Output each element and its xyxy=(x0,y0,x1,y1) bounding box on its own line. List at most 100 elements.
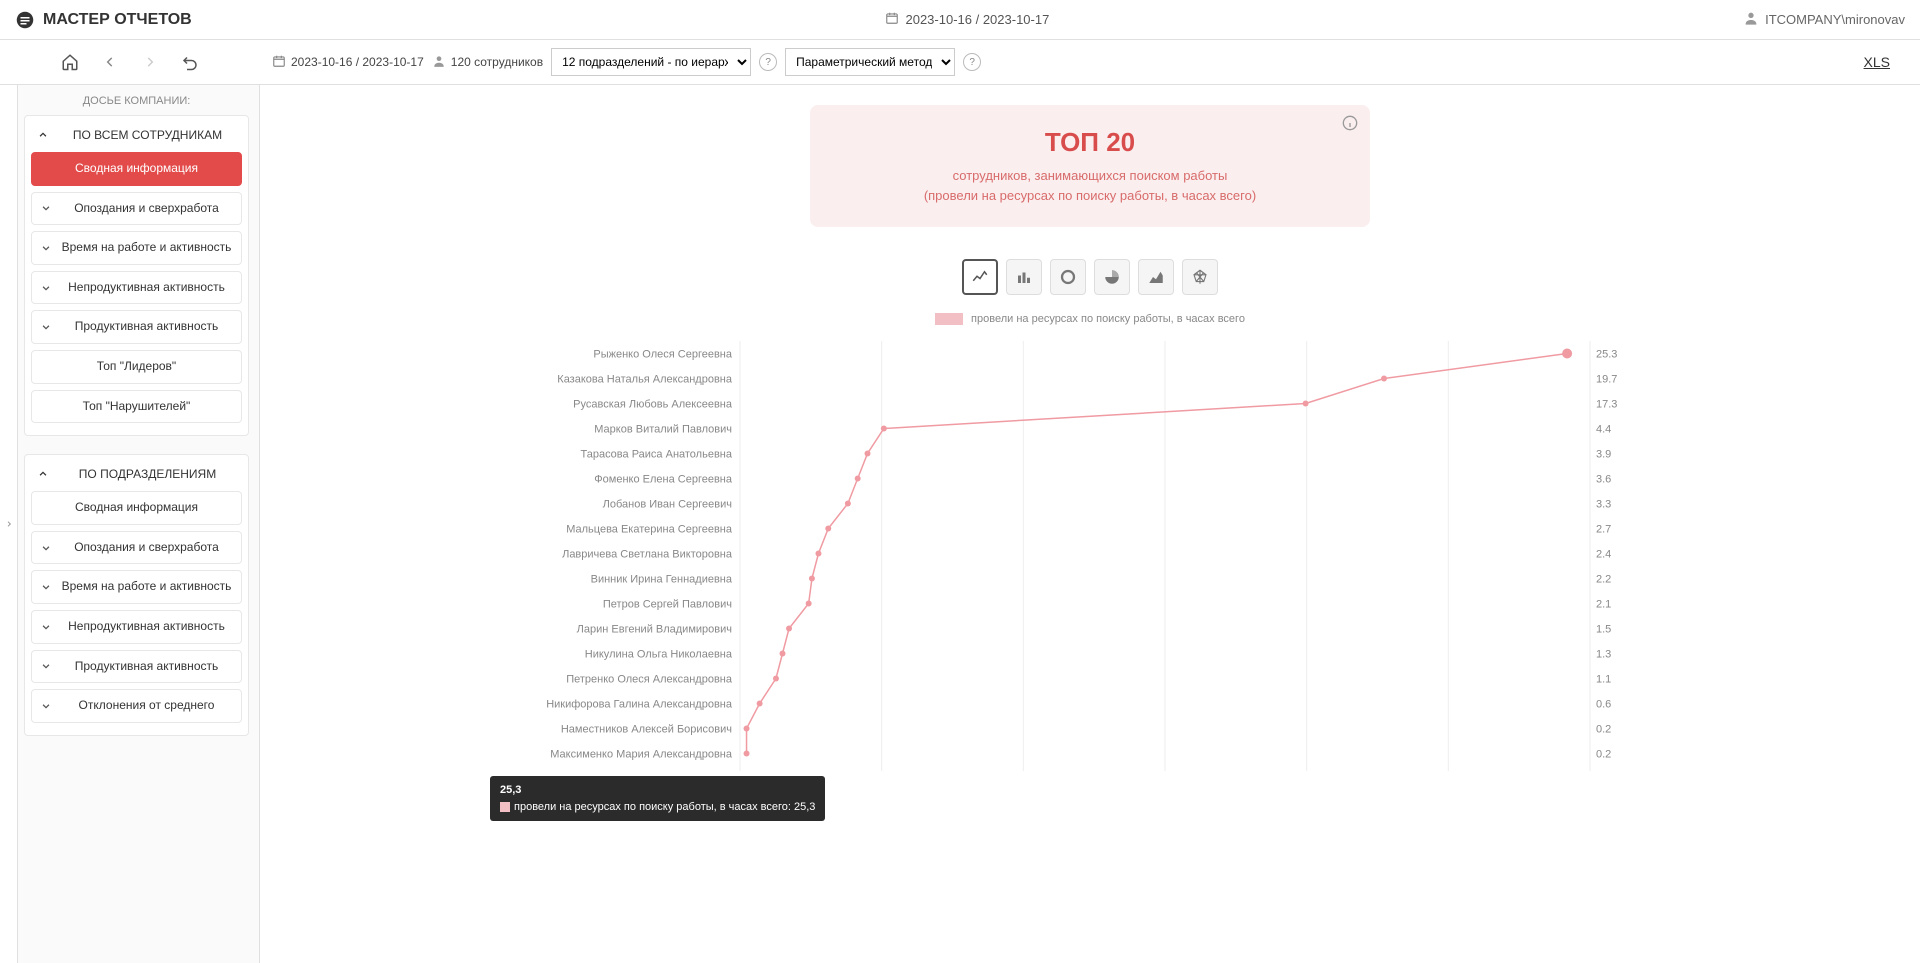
chart-point[interactable] xyxy=(1381,376,1387,382)
chart-y-label: Никулина Ольга Николаевна xyxy=(585,649,733,661)
chart-y-label: Петренко Олеся Александровна xyxy=(566,674,733,686)
user-icon xyxy=(432,54,446,71)
chevron-down-icon xyxy=(40,543,52,553)
chart-value-label: 3.9 xyxy=(1596,449,1611,461)
back-button[interactable] xyxy=(99,51,121,73)
sidebar-item[interactable]: Время на работе и активность xyxy=(31,570,242,604)
sidebar[interactable]: ДОСЬЕ КОМПАНИИ: ПО ВСЕМ СОТРУДНИКАМ Свод… xyxy=(18,85,260,963)
sidebar-item[interactable]: Непродуктивная активность xyxy=(31,271,242,305)
chevron-down-icon xyxy=(40,622,52,632)
chart-point[interactable] xyxy=(881,426,887,432)
sidebar-item[interactable]: Сводная информация xyxy=(31,491,242,525)
chart-point[interactable] xyxy=(825,526,831,532)
chart-point[interactable] xyxy=(1562,349,1572,359)
chart-value-label: 2.2 xyxy=(1596,574,1611,586)
header-date-range: 2023-10-16 / 2023-10-17 xyxy=(885,11,1049,28)
chart-type-pie-button[interactable] xyxy=(1094,259,1130,295)
toolbar-nav xyxy=(0,51,260,73)
chevron-down-icon xyxy=(40,701,52,711)
tooltip-swatch xyxy=(500,802,510,812)
sidebar-item-label: Продуктивная активность xyxy=(60,659,233,675)
sidebar-item[interactable]: Сводная информация xyxy=(31,152,242,186)
chart-point[interactable] xyxy=(809,576,815,582)
chart-y-label: Тарасова Раиса Анатольевна xyxy=(580,449,732,461)
sidebar-group-title-text: ПО ВСЕМ СОТРУДНИКАМ xyxy=(59,128,236,142)
header-user-text: ITCOMPANY\mironovav xyxy=(1765,12,1905,27)
sidebar-item-label: Топ "Нарушителей" xyxy=(40,399,233,415)
chart-y-label: Казакова Наталья Александровна xyxy=(557,374,733,386)
chart-value-label: 1.5 xyxy=(1596,624,1611,636)
chart-type-bar-button[interactable] xyxy=(1006,259,1042,295)
chart-point[interactable] xyxy=(806,601,812,607)
reports-icon xyxy=(15,10,35,30)
chart-value-label: 2.4 xyxy=(1596,549,1611,561)
header-user[interactable]: ITCOMPANY\mironovav xyxy=(1743,10,1905,29)
sidebar-item[interactable]: Опоздания и сверхработа xyxy=(31,192,242,226)
method-select[interactable]: Параметрический метод xyxy=(785,48,955,76)
chart-legend[interactable]: провели на ресурсах по поиску работы, в … xyxy=(490,313,1690,325)
sidebar-item[interactable]: Продуктивная активность xyxy=(31,310,242,344)
chart-value-label: 2.7 xyxy=(1596,524,1611,536)
chart-type-donut-button[interactable] xyxy=(1050,259,1086,295)
sidebar-group-title-dept[interactable]: ПО ПОДРАЗДЕЛЕНИЯМ xyxy=(31,461,242,491)
chart-point[interactable] xyxy=(855,476,861,482)
toolbar-date[interactable]: 2023-10-16 / 2023-10-17 xyxy=(272,54,424,71)
sidebar-item[interactable]: Отклонения от среднего xyxy=(31,689,242,723)
sidebar-item[interactable]: Продуктивная активность xyxy=(31,650,242,684)
tooltip-row: провели на ресурсах по поиску работы, в … xyxy=(514,801,815,813)
help-method-button[interactable]: ? xyxy=(963,53,981,71)
chart-type-radar-button[interactable] xyxy=(1182,259,1218,295)
forward-button[interactable] xyxy=(139,51,161,73)
chart-value-label: 17.3 xyxy=(1596,399,1617,411)
chart-value-label: 19.7 xyxy=(1596,374,1617,386)
sidebar-collapse-button[interactable] xyxy=(0,85,18,963)
card-title: ТОП 20 xyxy=(840,127,1340,158)
chart-point[interactable] xyxy=(845,501,851,507)
chart-type-line-button[interactable] xyxy=(962,259,998,295)
dept-select[interactable]: 12 подразделений - по иерархии xyxy=(551,48,751,76)
chart-point[interactable] xyxy=(744,751,750,757)
chart-point[interactable] xyxy=(1303,401,1309,407)
header-date-text: 2023-10-16 / 2023-10-17 xyxy=(905,12,1049,27)
chart-type-area-button[interactable] xyxy=(1138,259,1174,295)
chart-point[interactable] xyxy=(773,676,779,682)
home-button[interactable] xyxy=(59,51,81,73)
chart-point[interactable] xyxy=(744,726,750,732)
chart-y-label: Максименко Мария Александровна xyxy=(550,749,733,761)
sidebar-item-label: Отклонения от среднего xyxy=(60,698,233,714)
sidebar-item-label: Опоздания и сверхработа xyxy=(60,540,233,556)
sidebar-item[interactable]: Топ "Лидеров" xyxy=(31,350,242,384)
chart[interactable]: Рыженко Олеся Сергеевна25.3Казакова Ната… xyxy=(540,331,1640,776)
sidebar-item-label: Опоздания и сверхработа xyxy=(60,201,233,217)
sidebar-item-label: Сводная информация xyxy=(40,500,233,516)
info-icon[interactable] xyxy=(1342,115,1358,134)
legend-label: провели на ресурсах по поиску работы, в … xyxy=(971,313,1245,325)
chart-point[interactable] xyxy=(757,701,763,707)
export-xls-button[interactable]: XLS xyxy=(1864,54,1890,70)
legend-swatch xyxy=(935,313,963,325)
chart-value-label: 25.3 xyxy=(1596,349,1617,361)
chart-point[interactable] xyxy=(865,451,871,457)
sidebar-item[interactable]: Топ "Нарушителей" xyxy=(31,390,242,424)
card-sub2: (провели на ресурсах по поиску работы, в… xyxy=(840,186,1340,206)
sidebar-item[interactable]: Время на работе и активность xyxy=(31,231,242,265)
sidebar-item[interactable]: Опоздания и сверхработа xyxy=(31,531,242,565)
chart-point[interactable] xyxy=(780,651,786,657)
chart-point[interactable] xyxy=(815,551,821,557)
sidebar-item[interactable]: Непродуктивная активность xyxy=(31,610,242,644)
chart-y-label: Никифорова Галина Александровна xyxy=(546,699,733,711)
tooltip-header: 25,3 xyxy=(500,782,815,799)
chart-y-label: Винник Ирина Геннадиевна xyxy=(591,574,733,586)
help-dept-button[interactable]: ? xyxy=(759,53,777,71)
sidebar-group-title-all[interactable]: ПО ВСЕМ СОТРУДНИКАМ xyxy=(31,122,242,152)
toolbar-filters: 2023-10-16 / 2023-10-17 120 сотрудников … xyxy=(260,48,1920,76)
undo-button[interactable] xyxy=(179,51,201,73)
chart-point[interactable] xyxy=(786,626,792,632)
chart-tooltip: 25,3 провели на ресурсах по поиску работ… xyxy=(490,776,825,821)
app-title: МАСТЕР ОТЧЕТОВ xyxy=(15,10,192,30)
chevron-down-icon xyxy=(40,582,52,592)
toolbar-employees[interactable]: 120 сотрудников xyxy=(432,54,543,71)
sidebar-item-label: Топ "Лидеров" xyxy=(40,359,233,375)
chart-value-label: 0.2 xyxy=(1596,724,1611,736)
sidebar-item-label: Время на работе и активность xyxy=(60,579,233,595)
